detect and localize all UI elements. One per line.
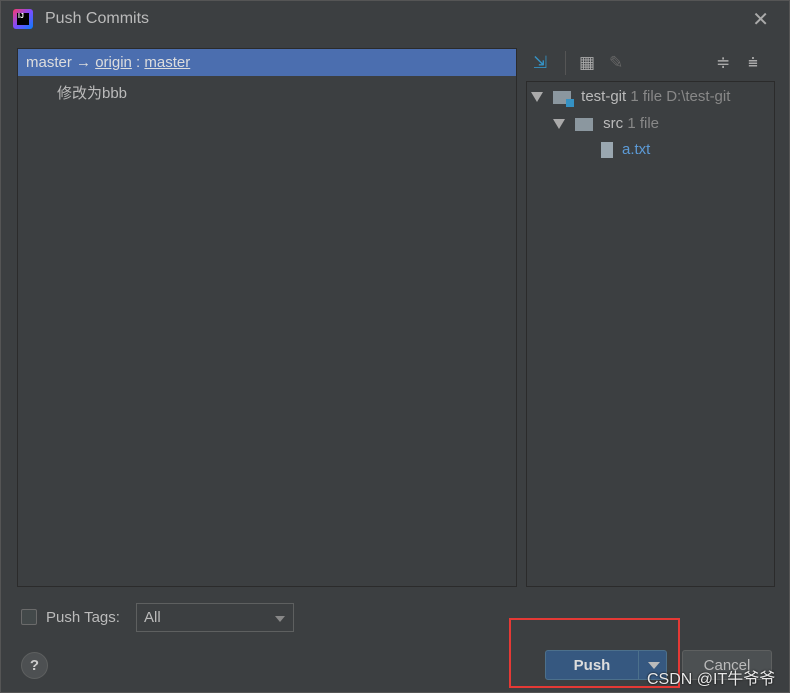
tags-select[interactable]: All <box>136 603 294 632</box>
tree-node-file[interactable]: a.txt <box>601 141 650 163</box>
push-tags-checkbox[interactable] <box>21 609 37 625</box>
root-path: D:\test-git <box>666 88 731 105</box>
remote-branch-link[interactable]: master <box>144 54 190 71</box>
folder-icon <box>575 117 593 131</box>
folder-name: src <box>603 115 624 132</box>
group-by-icon[interactable]: ▦ <box>579 53 595 73</box>
push-tags-label: Push Tags: <box>46 609 120 626</box>
tree-node-src[interactable]: src 1 file <box>553 115 659 137</box>
tree-node-root[interactable]: test-git 1 file D:\test-git <box>531 88 730 110</box>
push-commits-dialog: IJ Push Commits ✕ master → origin : mast… <box>0 0 790 693</box>
commit-item[interactable]: 修改为bbb <box>18 76 516 103</box>
arrow: → <box>76 54 92 71</box>
remote-link[interactable]: origin <box>95 54 132 71</box>
local-branch: master <box>26 54 72 71</box>
expand-arrows-icon[interactable]: ⇲ <box>533 53 547 73</box>
help-button[interactable]: ? <box>21 652 48 679</box>
expand-triangle-icon[interactable] <box>531 92 543 103</box>
expand-triangle-icon[interactable] <box>553 119 565 130</box>
watermark: CSDN @IT牛爷爷 <box>647 671 776 688</box>
edit-icon[interactable]: ✎ <box>609 53 623 73</box>
text-file-icon <box>601 142 613 159</box>
dialog-title: Push Commits <box>45 10 150 27</box>
separator: : <box>136 54 141 71</box>
title-bar: IJ Push Commits ✕ <box>1 1 789 37</box>
push-button-label: Push <box>573 657 611 674</box>
file-name: a.txt <box>622 141 651 158</box>
module-folder-icon <box>553 90 574 107</box>
root-count: 1 file <box>630 88 663 105</box>
chevron-down-icon <box>275 616 285 622</box>
intellij-logo-icon: IJ <box>13 9 33 29</box>
folder-count: 1 file <box>627 115 660 132</box>
close-icon[interactable]: ✕ <box>752 7 769 32</box>
root-name: test-git <box>581 88 627 105</box>
tags-select-value: All <box>144 609 161 626</box>
tree-toolbar: ⇲ ▦ ✎ ≑ ⩧ <box>527 51 777 77</box>
commits-panel: master → origin : master 修改为bbb <box>17 48 517 587</box>
expand-all-icon[interactable]: ≑ <box>716 53 730 73</box>
branch-row[interactable]: master → origin : master <box>18 49 516 76</box>
collapse-all-icon[interactable]: ⩧ <box>748 53 758 73</box>
changes-tree: test-git 1 file D:\test-git src 1 file a… <box>526 81 775 587</box>
